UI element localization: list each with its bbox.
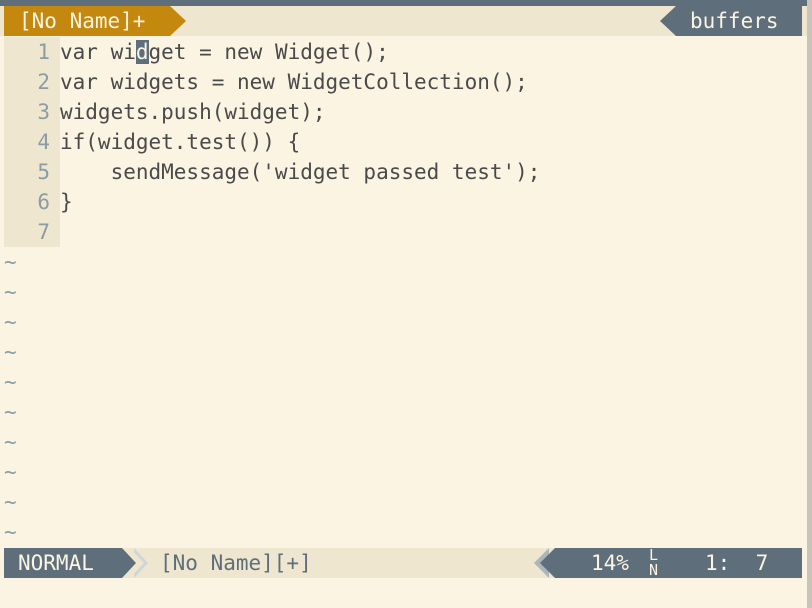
line-text[interactable]: if(widget.test()) {	[60, 127, 300, 157]
code-line[interactable]: 5 sendMessage('widget passed test');	[4, 157, 802, 187]
line-number-icon: L N	[649, 548, 663, 578]
line-text[interactable]: var widget = new Widget();	[60, 37, 389, 67]
code-line[interactable]: 1 var widget = new Widget();	[4, 37, 802, 67]
window-right-border	[807, 0, 812, 608]
code-line[interactable]: 4 if(widget.test()) {	[4, 127, 802, 157]
line-number: 4	[4, 127, 60, 157]
line-number: 3	[4, 97, 60, 127]
code-line[interactable]: 3 widgets.push(widget);	[4, 97, 802, 127]
empty-line-marker: ~	[4, 310, 17, 334]
line-number: 6	[4, 187, 60, 217]
tabline: [No Name]+ buffers	[0, 6, 807, 36]
empty-line-marker: ~	[4, 400, 17, 424]
scroll-percent: 14%	[591, 551, 629, 575]
line-number: 2	[4, 67, 60, 97]
line-number: 7	[4, 217, 60, 247]
code-line[interactable]: 7	[4, 217, 802, 247]
text-before-cursor: var wi	[60, 40, 136, 64]
empty-line-marker: ~	[4, 490, 17, 514]
position-section: 14% L N 1: 7	[555, 548, 802, 578]
line-number: 1	[4, 37, 60, 67]
buffers-label: buffers	[676, 6, 802, 36]
empty-line-marker: ~	[4, 340, 17, 364]
position-separator-arrow	[540, 548, 555, 578]
empty-line-marker: ~	[4, 520, 17, 544]
line-column: 1: 7	[705, 551, 769, 575]
line-text[interactable]: sendMessage('widget passed test');	[60, 157, 541, 187]
empty-line-marker: ~	[4, 280, 17, 304]
code-line[interactable]: 2 var widgets = new WidgetCollection();	[4, 67, 802, 97]
line-text[interactable]: var widgets = new WidgetCollection();	[60, 67, 528, 97]
empty-line-marker: ~	[4, 250, 17, 274]
mode-indicator: NORMAL	[4, 548, 122, 578]
buffers-separator-arrow	[660, 6, 676, 36]
status-filename: [No Name][+]	[160, 551, 312, 575]
tab-separator-arrow	[170, 6, 186, 36]
code-line[interactable]: 6 }	[4, 187, 802, 217]
editor-text-area[interactable]: 1 var widget = new Widget(); 2 var widge…	[4, 37, 802, 247]
statusline: NORMAL [No Name][+] 14% L N 1: 7	[4, 548, 802, 578]
line-text[interactable]: widgets.push(widget);	[60, 97, 326, 127]
empty-line-marker: ~	[4, 430, 17, 454]
text-after-cursor: get = new Widget();	[148, 40, 389, 64]
mode-separator-arrow	[122, 548, 136, 578]
empty-line-marker: ~	[4, 370, 17, 394]
ln-icon-bottom: N	[649, 561, 659, 579]
tab-current-buffer[interactable]: [No Name]+	[4, 6, 170, 36]
line-text[interactable]: }	[60, 187, 73, 217]
line-number: 5	[4, 157, 60, 187]
cursor: d	[135, 40, 149, 64]
empty-line-marker: ~	[4, 460, 17, 484]
